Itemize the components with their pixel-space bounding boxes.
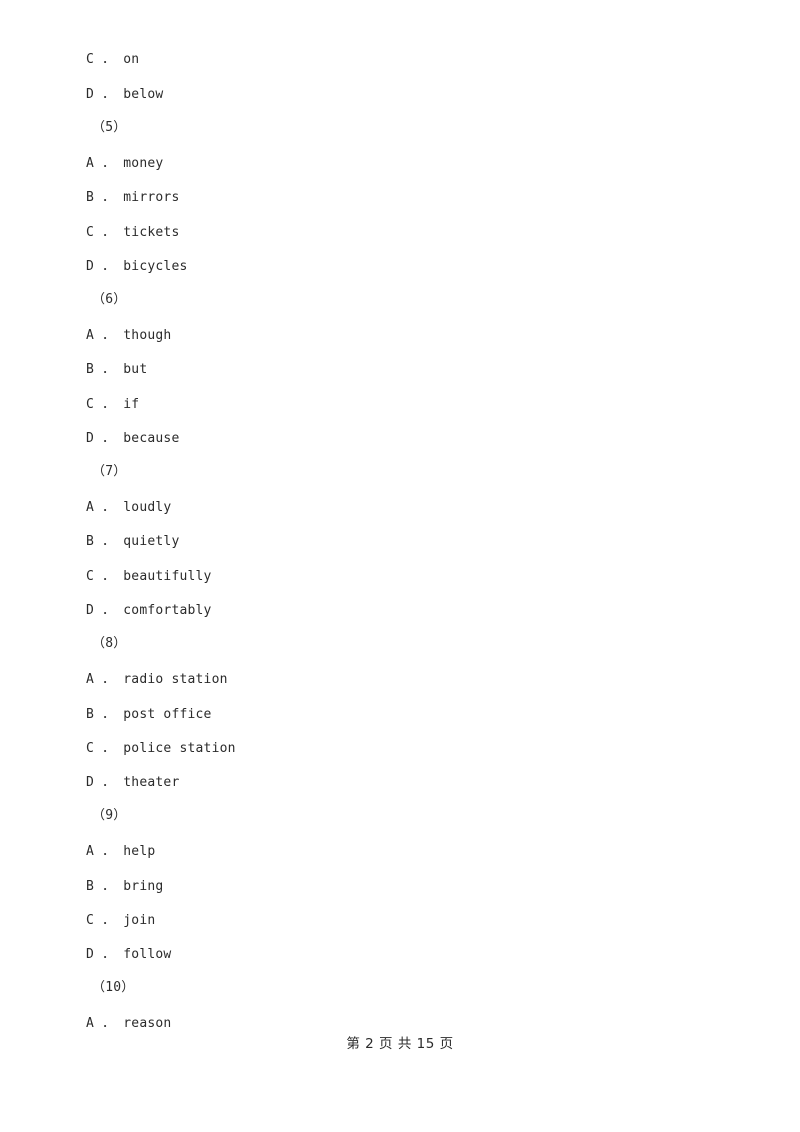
answer-option: C ． join [86,913,156,928]
question-number: （10） [92,980,135,995]
question-number: （6） [92,292,127,307]
answer-option: A ． though [86,328,172,343]
answer-option: B ． bring [86,879,164,894]
answer-option: D ． theater [86,775,180,790]
answer-option: D ． comfortably [86,603,212,618]
answer-option: A ． radio station [86,672,228,687]
answer-option: B ． mirrors [86,190,180,205]
page-footer: 第 2 页 共 15 页 [346,1036,454,1052]
answer-option: D ． because [86,431,180,446]
document-page: C ． on D ． below （5） A ． money B ． mirrors C … [0,0,800,1132]
answer-option: A ． money [86,156,164,171]
answer-option: A ． loudly [86,500,172,515]
answer-option: D ． follow [86,947,172,962]
question-number: （8） [92,636,127,651]
answer-option: C ． beautifully [86,569,212,584]
answer-option: C ． police station [86,741,236,756]
answer-option: C ． on [86,52,140,67]
question-number: （7） [92,464,127,479]
answer-option: C ． if [86,397,140,412]
answer-option: B ． quietly [86,534,180,549]
answer-option: B ． but [86,362,148,377]
question-number: （9） [92,808,127,823]
question-number: （5） [92,120,127,135]
answer-option: D ． bicycles [86,259,188,274]
answer-option: B ． post office [86,707,212,722]
answer-option: D ． below [86,87,164,102]
answer-option: A ． help [86,844,156,859]
answer-option: C ． tickets [86,225,180,240]
answer-option: A ． reason [86,1016,172,1031]
